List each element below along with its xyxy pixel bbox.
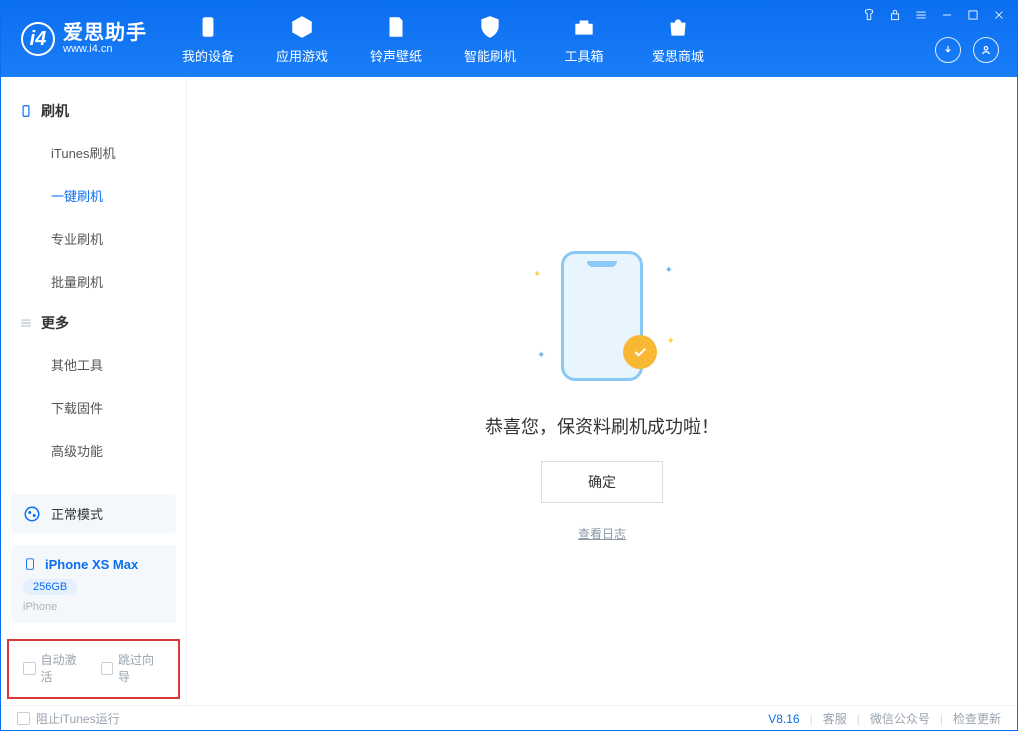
sparkle-icon: ✦ <box>537 350 545 361</box>
phone-icon <box>19 104 33 118</box>
success-illustration: ✦ ✦ ✦ ✦ <box>527 241 677 391</box>
minimize-icon[interactable] <box>939 7 955 23</box>
device-icon <box>195 14 221 40</box>
phone-icon <box>23 555 37 573</box>
close-icon[interactable] <box>991 7 1007 23</box>
device-capacity: 256GB <box>23 579 77 595</box>
sparkle-icon: ✦ <box>667 336 675 347</box>
cube-icon <box>289 14 315 40</box>
lock-icon[interactable] <box>887 7 903 23</box>
wechat-link[interactable]: 微信公众号 <box>870 710 930 727</box>
device-name-row: iPhone XS Max <box>23 555 164 573</box>
separator: | <box>810 712 813 726</box>
section-title: 更多 <box>41 313 69 333</box>
sidebar-item-download-firmware[interactable]: 下载固件 <box>1 386 186 429</box>
block-itunes-checkbox[interactable]: 阻止iTunes运行 <box>17 710 120 727</box>
main-content: ✦ ✦ ✦ ✦ 恭喜您，保资料刷机成功啦！ 确定 查看日志 <box>187 77 1017 705</box>
nav-label: 铃声壁纸 <box>370 46 422 65</box>
checkbox-icon <box>101 662 114 675</box>
status-bar: 阻止iTunes运行 V8.16 | 客服 | 微信公众号 | 检查更新 <box>1 705 1017 731</box>
nav-apps-games[interactable]: 应用游戏 <box>255 1 349 77</box>
view-log-link[interactable]: 查看日志 <box>578 525 626 542</box>
shield-refresh-icon <box>477 14 503 40</box>
sparkle-icon: ✦ <box>665 265 673 276</box>
user-icon[interactable] <box>973 37 999 63</box>
sidebar: 刷机 iTunes刷机 一键刷机 专业刷机 批量刷机 更多 其他工具 下载固件 … <box>1 77 187 705</box>
window-controls <box>861 7 1007 23</box>
section-title: 刷机 <box>41 101 69 121</box>
check-update-link[interactable]: 检查更新 <box>953 710 1001 727</box>
nav-my-device[interactable]: 我的设备 <box>161 1 255 77</box>
checkbox-icon <box>17 712 30 725</box>
skin-icon[interactable] <box>861 7 877 23</box>
device-info[interactable]: iPhone XS Max 256GB iPhone <box>11 545 176 623</box>
checkbox-label: 阻止iTunes运行 <box>36 710 120 727</box>
bag-icon <box>665 14 691 40</box>
app-logo: i4 爱思助手 www.i4.cn <box>1 22 161 56</box>
ok-button[interactable]: 确定 <box>541 461 663 503</box>
main-nav: 我的设备 应用游戏 铃声壁纸 智能刷机 工具箱 爱思商城 <box>161 1 725 77</box>
checkbox-label: 跳过向导 <box>118 651 164 685</box>
device-name: iPhone XS Max <box>45 557 138 572</box>
sidebar-item-pro-flash[interactable]: 专业刷机 <box>1 217 186 260</box>
music-file-icon <box>383 14 409 40</box>
nav-toolbox[interactable]: 工具箱 <box>537 1 631 77</box>
device-type: iPhone <box>23 601 164 613</box>
toolbox-icon <box>571 14 597 40</box>
maximize-icon[interactable] <box>965 7 981 23</box>
sidebar-section-more: 更多 <box>1 303 186 343</box>
sparkle-icon: ✦ <box>533 269 541 280</box>
skip-wizard-checkbox[interactable]: 跳过向导 <box>101 651 165 685</box>
sidebar-section-flash: 刷机 <box>1 91 186 131</box>
nav-label: 爱思商城 <box>652 46 704 65</box>
sidebar-item-batch-flash[interactable]: 批量刷机 <box>1 260 186 303</box>
app-header: i4 爱思助手 www.i4.cn 我的设备 应用游戏 铃声壁纸 智能刷机 工具… <box>1 1 1017 77</box>
download-icon[interactable] <box>935 37 961 63</box>
success-message: 恭喜您，保资料刷机成功啦！ <box>485 413 719 439</box>
separator: | <box>857 712 860 726</box>
app-name: 爱思助手 <box>63 23 147 44</box>
nav-store[interactable]: 爱思商城 <box>631 1 725 77</box>
mode-label: 正常模式 <box>51 504 103 523</box>
nav-label: 智能刷机 <box>464 46 516 65</box>
sidebar-item-advanced[interactable]: 高级功能 <box>1 429 186 472</box>
app-url: www.i4.cn <box>63 44 147 56</box>
options-row: 自动激活 跳过向导 <box>7 639 180 699</box>
nav-ringtone-wallpaper[interactable]: 铃声壁纸 <box>349 1 443 77</box>
separator: | <box>940 712 943 726</box>
nav-label: 工具箱 <box>564 46 603 65</box>
mode-indicator[interactable]: 正常模式 <box>11 494 176 533</box>
menu-icon[interactable] <box>913 7 929 23</box>
support-link[interactable]: 客服 <box>823 710 847 727</box>
mode-icon <box>23 505 41 523</box>
logo-icon: i4 <box>21 22 55 56</box>
nav-label: 应用游戏 <box>276 46 328 65</box>
success-badge-icon <box>623 335 657 369</box>
sidebar-item-oneclick-flash[interactable]: 一键刷机 <box>1 174 186 217</box>
sidebar-item-itunes-flash[interactable]: iTunes刷机 <box>1 131 186 174</box>
checkbox-icon <box>23 662 36 675</box>
list-icon <box>19 316 33 330</box>
sidebar-item-other-tools[interactable]: 其他工具 <box>1 343 186 386</box>
nav-label: 我的设备 <box>182 46 234 65</box>
nav-smart-flash[interactable]: 智能刷机 <box>443 1 537 77</box>
checkbox-label: 自动激活 <box>41 651 87 685</box>
version-label: V8.16 <box>768 712 799 726</box>
header-actions <box>935 37 999 63</box>
auto-activate-checkbox[interactable]: 自动激活 <box>23 651 87 685</box>
